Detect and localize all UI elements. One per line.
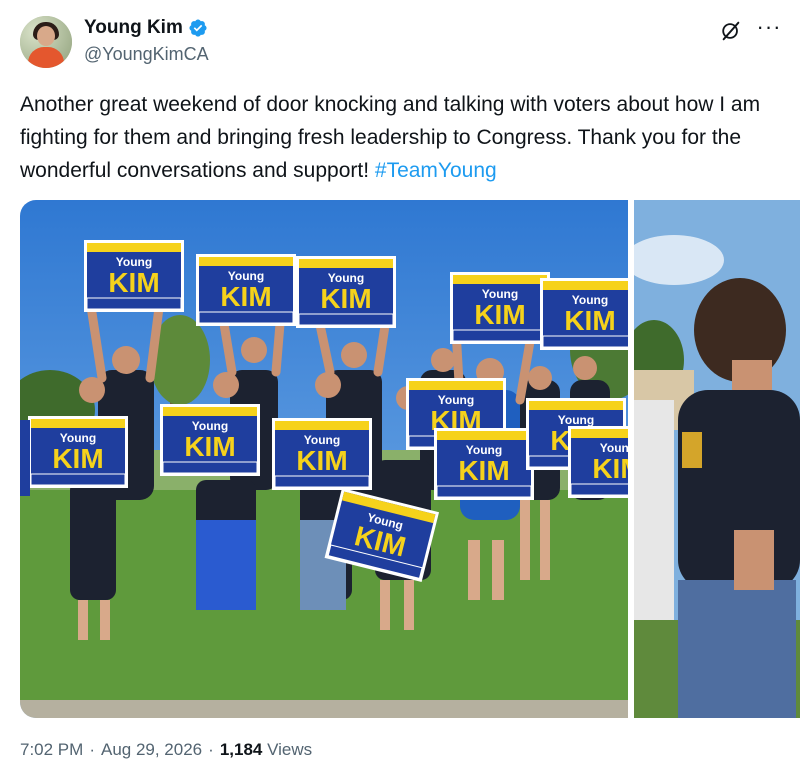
- tweet-header: Young Kim @YoungKimCA ···: [20, 14, 790, 70]
- avatar[interactable]: [20, 16, 72, 68]
- media-grid: Young KIM: [20, 200, 800, 718]
- more-icon[interactable]: ···: [756, 16, 782, 42]
- meta-separator: ·: [208, 740, 214, 759]
- display-name[interactable]: Young Kim: [84, 17, 183, 39]
- tweet-date[interactable]: Aug 29, 2026: [101, 740, 202, 760]
- photo-candidate-illustration: [634, 200, 800, 718]
- tweet-time[interactable]: 7:02 PM: [20, 740, 83, 760]
- author-handle[interactable]: @YoungKimCA: [84, 44, 209, 65]
- views-label: Views: [267, 740, 313, 759]
- meta-separator: ·: [89, 740, 95, 759]
- tweet-text: Another great weekend of door knocking a…: [20, 88, 780, 187]
- views-count: 1,184: [219, 740, 263, 759]
- verified-icon: [189, 19, 207, 37]
- photo-candidate-walking[interactable]: [634, 200, 800, 718]
- display-name-row: Young Kim: [84, 16, 209, 40]
- tweet-meta: 7:02 PM · Aug 29, 2026 · 1,184 Views: [20, 740, 312, 760]
- author-names: Young Kim @YoungKimCA: [84, 16, 209, 65]
- photo-group-illustration: Young KIM: [20, 200, 628, 718]
- hashtag-link[interactable]: #TeamYoung: [375, 159, 497, 182]
- photo-group-with-signs[interactable]: Young KIM: [20, 200, 628, 718]
- grok-icon[interactable]: [720, 20, 742, 42]
